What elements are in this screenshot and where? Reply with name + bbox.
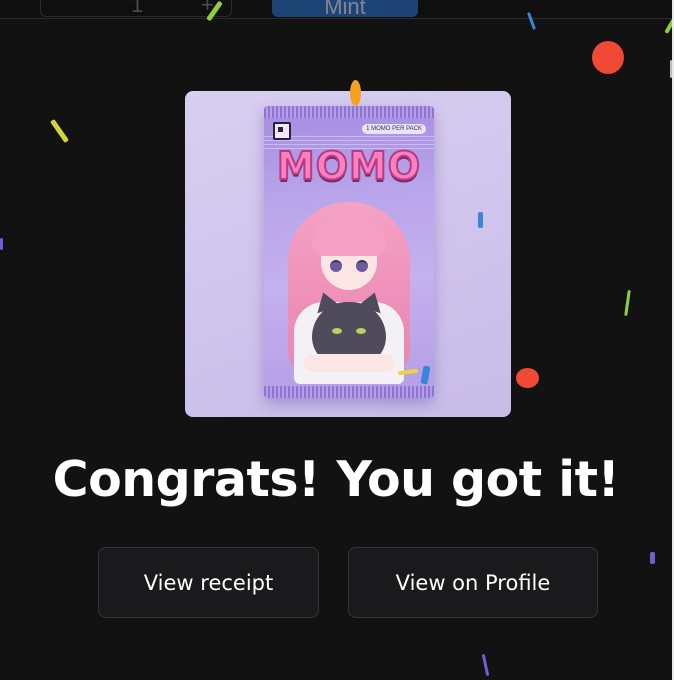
pack-character-illustration: [264, 184, 434, 384]
mint-toolbar: − 1 + Mint: [0, 0, 672, 19]
character-arms: [304, 354, 394, 372]
pack-image-card: 1 MOMO PER PACK MOMO: [185, 91, 511, 417]
confetti-piece: [0, 238, 3, 250]
confetti-piece: [664, 18, 672, 34]
character-eye-left: [330, 260, 342, 272]
pack-title: MOMO: [276, 143, 422, 189]
cat-eye-left: [332, 328, 342, 334]
pack-crimp-bottom: [264, 386, 434, 398]
confetti-piece: [670, 60, 672, 78]
quantity-value: 1: [131, 0, 144, 17]
pack-crimp-top: [264, 106, 434, 118]
character-eye-right: [356, 260, 368, 272]
cat-eye-right: [356, 328, 366, 334]
confetti-dot: [592, 41, 624, 74]
view-receipt-button[interactable]: View receipt: [98, 547, 319, 618]
confetti-piece: [624, 289, 631, 317]
per-pack-label: 1 MOMO PER PACK: [362, 124, 426, 134]
congrats-headline: Congrats! You got it!: [52, 451, 620, 508]
quantity-stepper[interactable]: − 1 +: [40, 0, 232, 17]
confetti-piece: [481, 653, 490, 677]
momo-pack-image: 1 MOMO PER PACK MOMO: [264, 106, 434, 398]
confetti-piece: [650, 552, 655, 564]
pack-logo-icon: [273, 122, 291, 140]
confetti-piece: [49, 118, 70, 144]
view-on-profile-button[interactable]: View on Profile: [348, 547, 598, 618]
confetti-dot: [516, 368, 539, 388]
confetti-piece: [478, 212, 483, 228]
mint-button-label: Mint: [324, 0, 366, 17]
mint-button[interactable]: Mint: [272, 0, 418, 17]
confetti-piece: [350, 80, 361, 106]
decrement-button[interactable]: −: [63, 0, 76, 12]
success-modal: − 1 + Mint 1 MOMO PER PACK MOMO: [0, 0, 674, 680]
